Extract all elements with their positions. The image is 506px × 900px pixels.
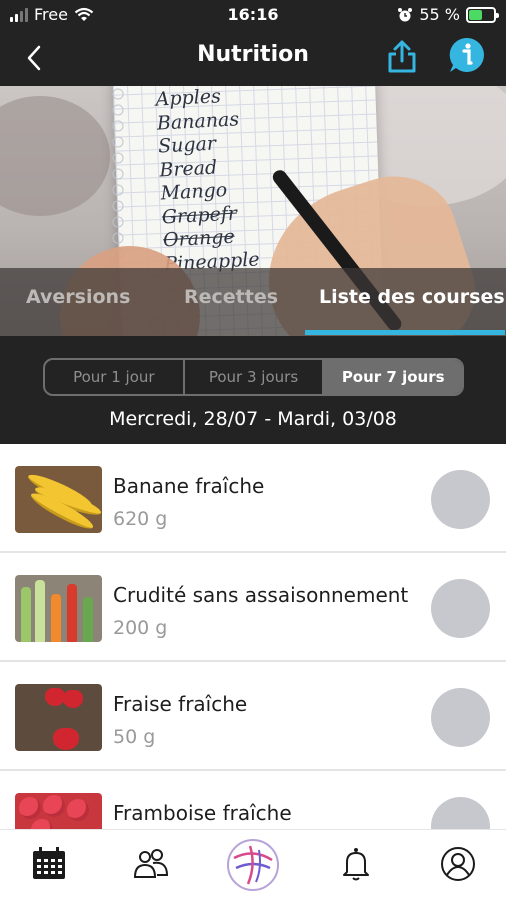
bell-icon[interactable] bbox=[336, 844, 376, 884]
calendar-icon[interactable] bbox=[29, 844, 69, 884]
item-name: Banane fraîche bbox=[113, 474, 265, 498]
handwritten-list: Apples Bananas Sugar Bread Mango Grapefr… bbox=[155, 86, 260, 276]
alarm-icon bbox=[398, 7, 413, 21]
shopping-list: Banane fraîche 620 g Crudité sans assais… bbox=[0, 444, 506, 829]
segment-1-day[interactable]: Pour 1 jour bbox=[45, 360, 185, 394]
status-bar: Free 16:16 55 % bbox=[0, 0, 506, 30]
handwritten-item: Bananas bbox=[156, 107, 240, 135]
item-quantity: 200 g bbox=[113, 617, 168, 639]
profile-icon[interactable] bbox=[438, 844, 478, 884]
list-item[interactable]: Banane fraîche 620 g bbox=[0, 444, 506, 553]
bottom-tab-bar bbox=[0, 829, 506, 900]
battery-icon bbox=[466, 6, 499, 23]
segment-3-days[interactable]: Pour 3 jours bbox=[185, 360, 325, 394]
raspberry-thumbnail bbox=[15, 793, 102, 829]
segment-7-days[interactable]: Pour 7 jours bbox=[324, 360, 462, 394]
period-segmented-control: Pour 1 jour Pour 3 jours Pour 7 jours bbox=[43, 358, 464, 396]
list-item[interactable]: Crudité sans assaisonnement 200 g bbox=[0, 553, 506, 662]
app-logo-icon[interactable] bbox=[226, 838, 280, 892]
item-check-toggle[interactable] bbox=[431, 470, 490, 529]
item-name: Fraise fraîche bbox=[113, 692, 248, 716]
info-icon[interactable] bbox=[448, 36, 486, 74]
section-tabs: Aversions Recettes Liste des courses bbox=[0, 268, 506, 336]
banana-thumbnail bbox=[15, 466, 102, 533]
period-selector-bar: Pour 1 jour Pour 3 jours Pour 7 jours Me… bbox=[0, 336, 506, 444]
status-right: 55 % bbox=[397, 5, 499, 24]
item-quantity: 620 g bbox=[113, 508, 168, 530]
page-title: Nutrition bbox=[197, 42, 309, 67]
strawberry-thumbnail bbox=[15, 684, 102, 751]
item-quantity: 50 g bbox=[113, 726, 156, 748]
battery-percent: 55 % bbox=[419, 5, 460, 24]
tab-aversions[interactable]: Aversions bbox=[26, 286, 130, 308]
tab-liste-des-courses[interactable]: Liste des courses bbox=[319, 286, 505, 308]
date-range: Mercredi, 28/07 - Mardi, 03/08 bbox=[109, 408, 397, 430]
item-check-toggle[interactable] bbox=[431, 579, 490, 638]
community-icon[interactable] bbox=[131, 844, 171, 884]
crudite-thumbnail bbox=[15, 575, 102, 642]
share-icon[interactable] bbox=[384, 36, 420, 76]
tab-recettes[interactable]: Recettes bbox=[184, 286, 278, 308]
active-tab-indicator bbox=[305, 330, 505, 335]
item-check-toggle[interactable] bbox=[431, 688, 490, 747]
navigation-bar: Nutrition bbox=[0, 30, 506, 86]
item-name: Framboise fraîche bbox=[113, 801, 292, 825]
list-item[interactable]: Fraise fraîche 50 g bbox=[0, 662, 506, 771]
list-item[interactable]: Framboise fraîche bbox=[0, 771, 506, 829]
item-check-toggle[interactable] bbox=[431, 797, 490, 829]
item-name: Crudité sans assaisonnement bbox=[113, 583, 409, 607]
